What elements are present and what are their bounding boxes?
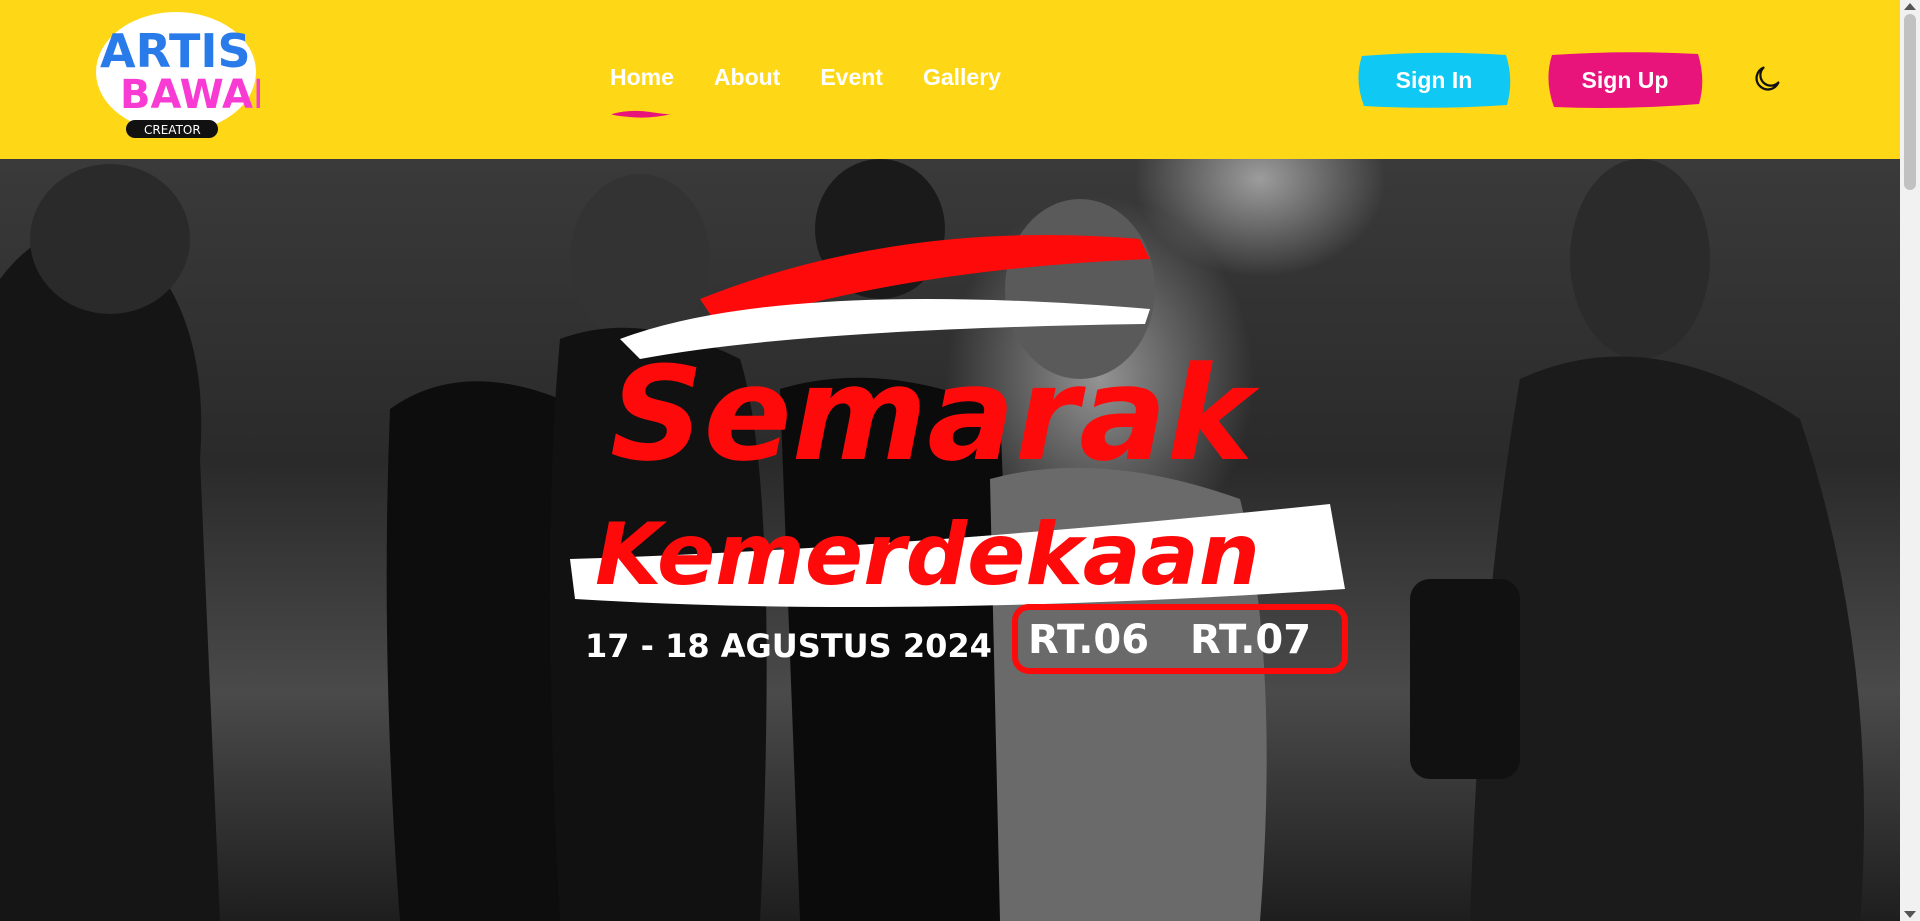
nav-active-underline	[611, 110, 672, 118]
sign-in-button[interactable]: Sign In	[1354, 50, 1514, 110]
scroll-thumb[interactable]	[1904, 14, 1916, 190]
scroll-down-arrow[interactable]	[1904, 911, 1916, 918]
logo[interactable]: ARTIS BAWAH BAWAH CREATOR	[92, 12, 458, 147]
site-header: ARTIS BAWAH BAWAH CREATOR Home About Eve…	[0, 0, 1900, 159]
hero-badge-rt07: RT.07	[1190, 617, 1311, 663]
hero-title-line1: Semarak	[610, 338, 1261, 490]
hero-dates: 17 - 18 AGUSTUS 2024	[585, 627, 992, 665]
sign-up-label: Sign Up	[1581, 66, 1669, 93]
hero-badge-rt06: RT.06	[1028, 617, 1149, 663]
scroll-up-arrow[interactable]	[1904, 3, 1916, 10]
nav-home[interactable]: Home	[610, 64, 674, 91]
main-nav: Home About Event Gallery	[610, 64, 1001, 91]
hero-photo: Semarak Kemerdekaan 17 - 18 AGUSTUS 2024…	[0, 159, 1864, 921]
logo-text-top: ARTIS BAWAH	[100, 24, 260, 78]
nav-gallery[interactable]: Gallery	[923, 64, 1001, 91]
vertical-scrollbar[interactable]	[1900, 0, 1920, 921]
sign-in-label: Sign In	[1395, 66, 1473, 93]
hero-banner: Semarak Kemerdekaan 17 - 18 AGUSTUS 2024…	[0, 159, 1900, 921]
nav-about[interactable]: About	[714, 64, 780, 91]
moon-icon[interactable]	[1750, 62, 1784, 96]
hero-title-line2: Kemerdekaan	[595, 505, 1260, 605]
logo-subtitle: CREATOR	[144, 123, 201, 137]
nav-event[interactable]: Event	[820, 64, 883, 91]
sign-up-button[interactable]: Sign Up	[1544, 50, 1706, 110]
svg-text:BAWAH: BAWAH	[120, 72, 260, 118]
